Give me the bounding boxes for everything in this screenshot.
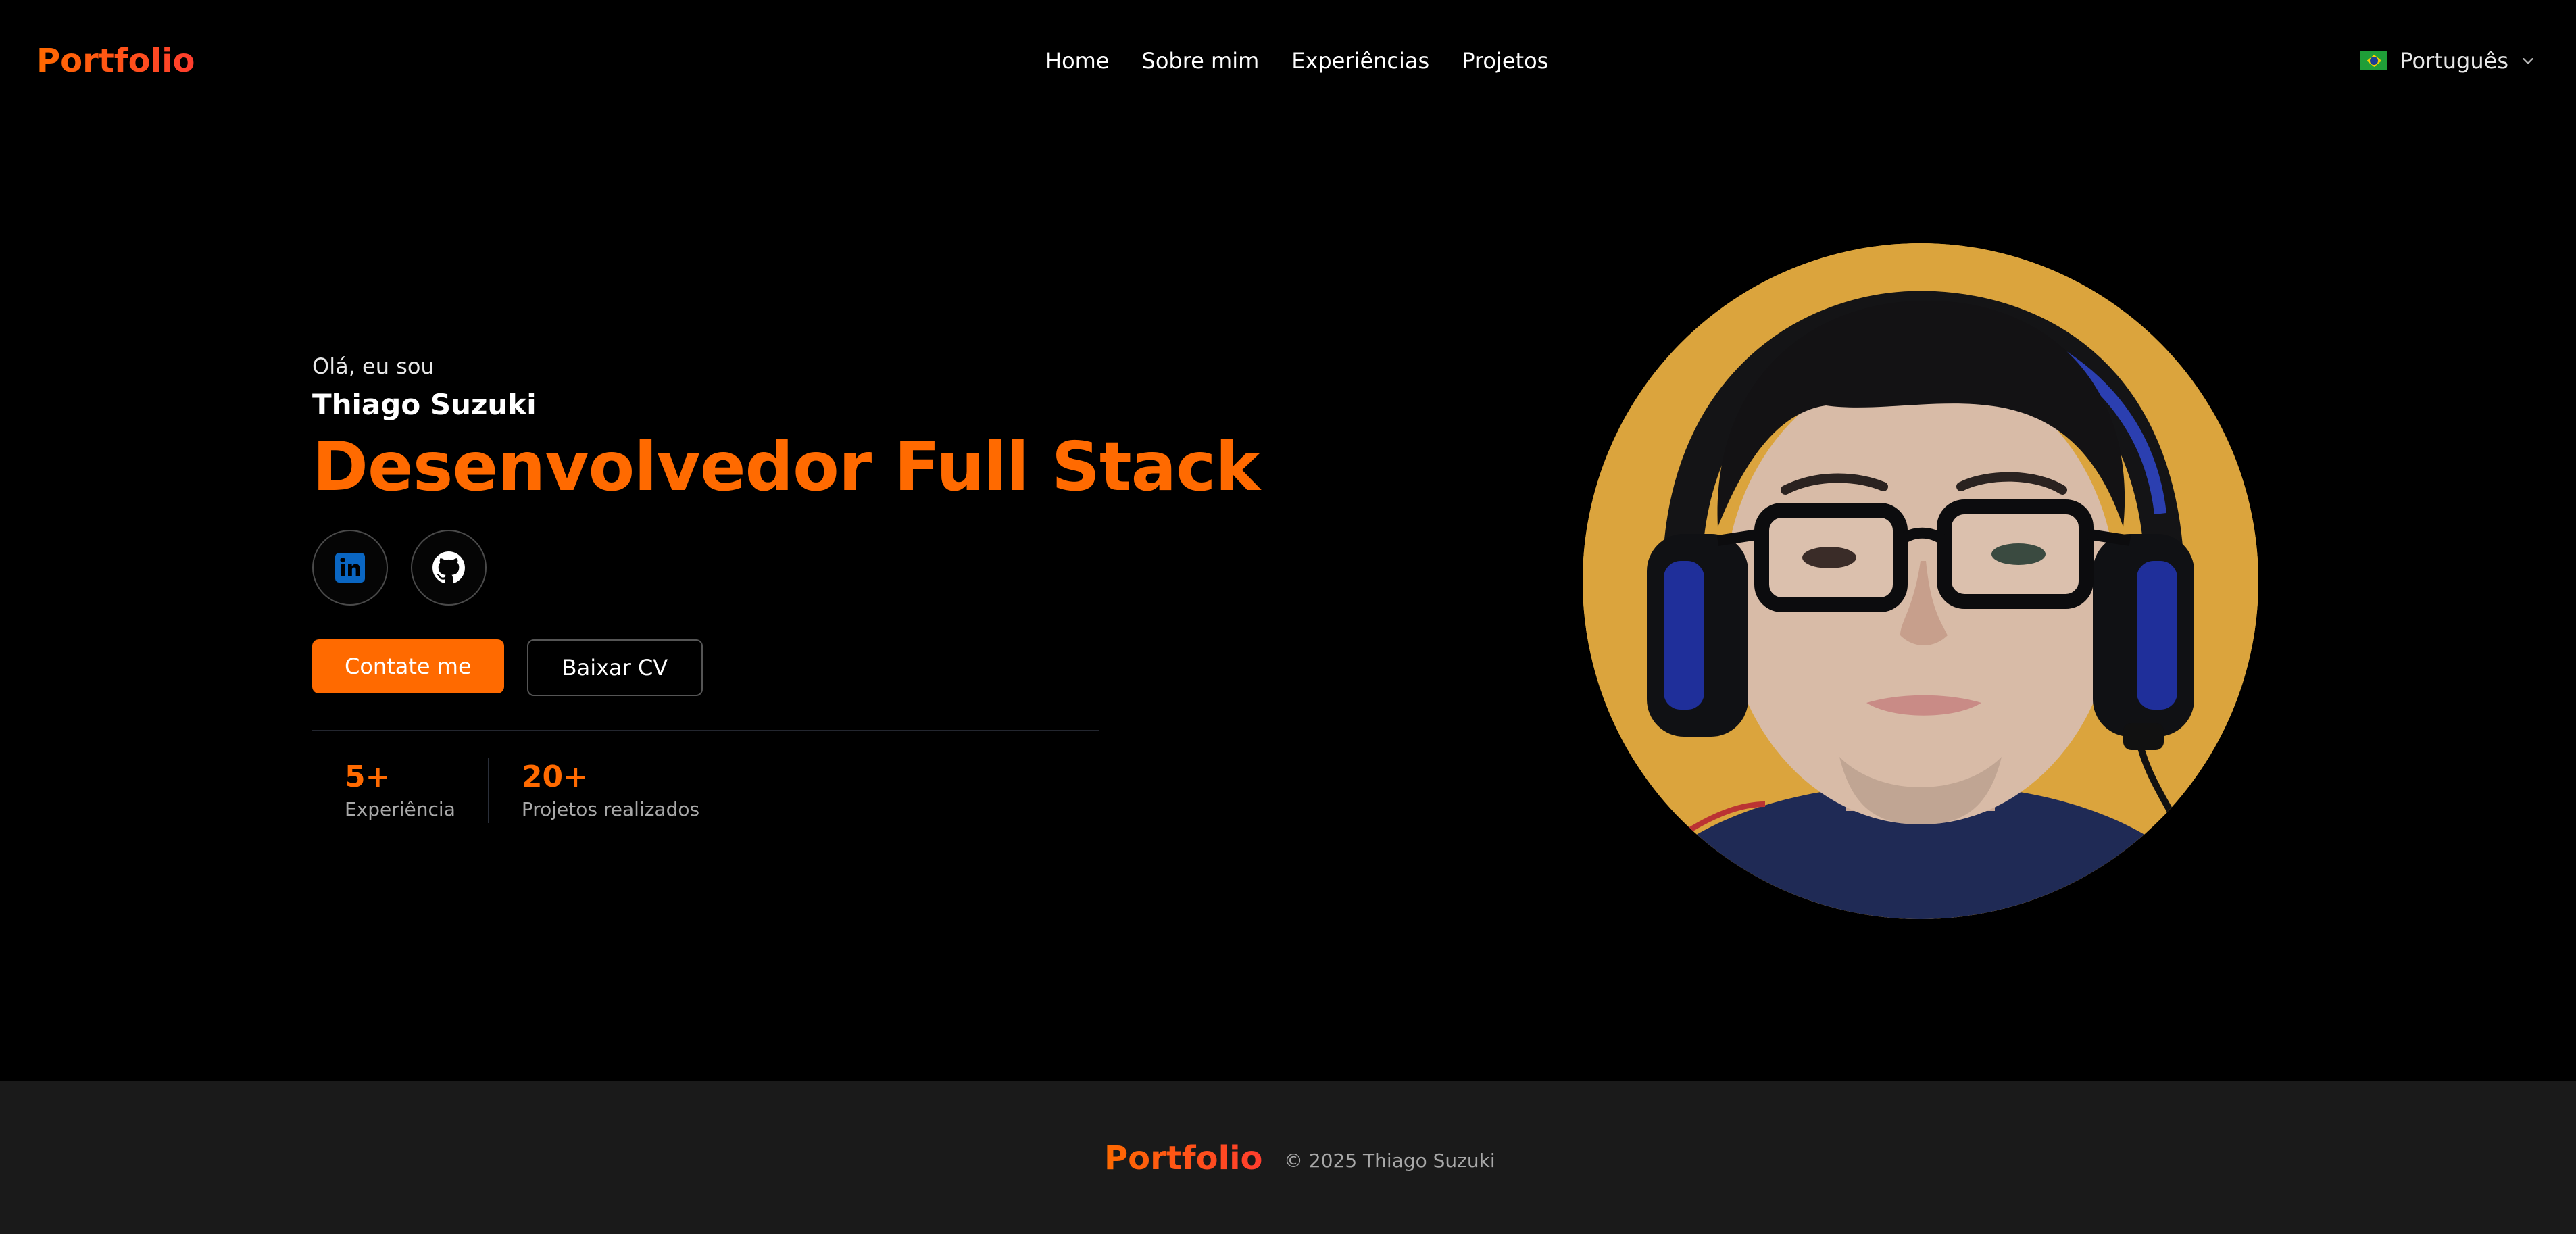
profile-photo-illustration: [1583, 243, 2258, 919]
stat-value: 5+: [345, 760, 391, 794]
portfolio-page: Portfolio Home Sobre mim Experiências Pr…: [0, 0, 2576, 1234]
hero-intro: Olá, eu sou Thiago Suzuki Desenvolvedor …: [312, 350, 1260, 823]
person-name: Thiago Suzuki: [312, 388, 537, 421]
footer-brand-logo[interactable]: Portfolio: [1104, 1138, 1263, 1179]
stats-row: 5+ Experiência 20+ Projetos realizados: [312, 758, 1099, 823]
site-footer: Portfolio © 2025 Thiago Suzuki: [0, 1081, 2576, 1234]
language-label: Português: [2400, 48, 2508, 74]
main-nav: Home Sobre mim Experiências Projetos: [1045, 43, 1548, 78]
nav-experiences-link[interactable]: Experiências: [1291, 43, 1429, 78]
nav-projects-link[interactable]: Projetos: [1462, 43, 1548, 78]
stat-experience: 5+ Experiência: [312, 758, 488, 823]
github-button[interactable]: [411, 530, 487, 606]
brand-logo[interactable]: Portfolio: [36, 38, 195, 84]
hero-divider: [312, 730, 1099, 731]
stat-label: Projetos realizados: [521, 798, 700, 820]
greeting-text: Olá, eu sou: [312, 353, 435, 379]
brazil-flag-icon: [2360, 51, 2388, 70]
linkedin-icon: [335, 553, 365, 583]
chevron-down-icon: [2523, 58, 2533, 64]
github-icon: [432, 551, 465, 584]
linkedin-button[interactable]: [312, 530, 388, 606]
language-selector[interactable]: Português: [2360, 43, 2535, 78]
copyright-text: © 2025 Thiago Suzuki: [1284, 1150, 1495, 1172]
stat-projects: 20+ Projetos realizados: [487, 758, 732, 823]
social-links: [312, 530, 1099, 606]
cta-buttons: Contate me Baixar CV: [312, 639, 1099, 696]
contact-button[interactable]: Contate me: [312, 639, 504, 693]
stat-label: Experiência: [345, 798, 455, 820]
download-cv-button[interactable]: Baixar CV: [526, 639, 703, 696]
profile-photo: [1583, 243, 2258, 919]
site-header: Portfolio Home Sobre mim Experiências Pr…: [0, 0, 2576, 122]
nav-about-link[interactable]: Sobre mim: [1142, 43, 1260, 78]
stat-value: 20+: [521, 760, 588, 794]
role-title: Desenvolvedor Full Stack: [312, 427, 1260, 506]
nav-home-link[interactable]: Home: [1045, 43, 1110, 78]
